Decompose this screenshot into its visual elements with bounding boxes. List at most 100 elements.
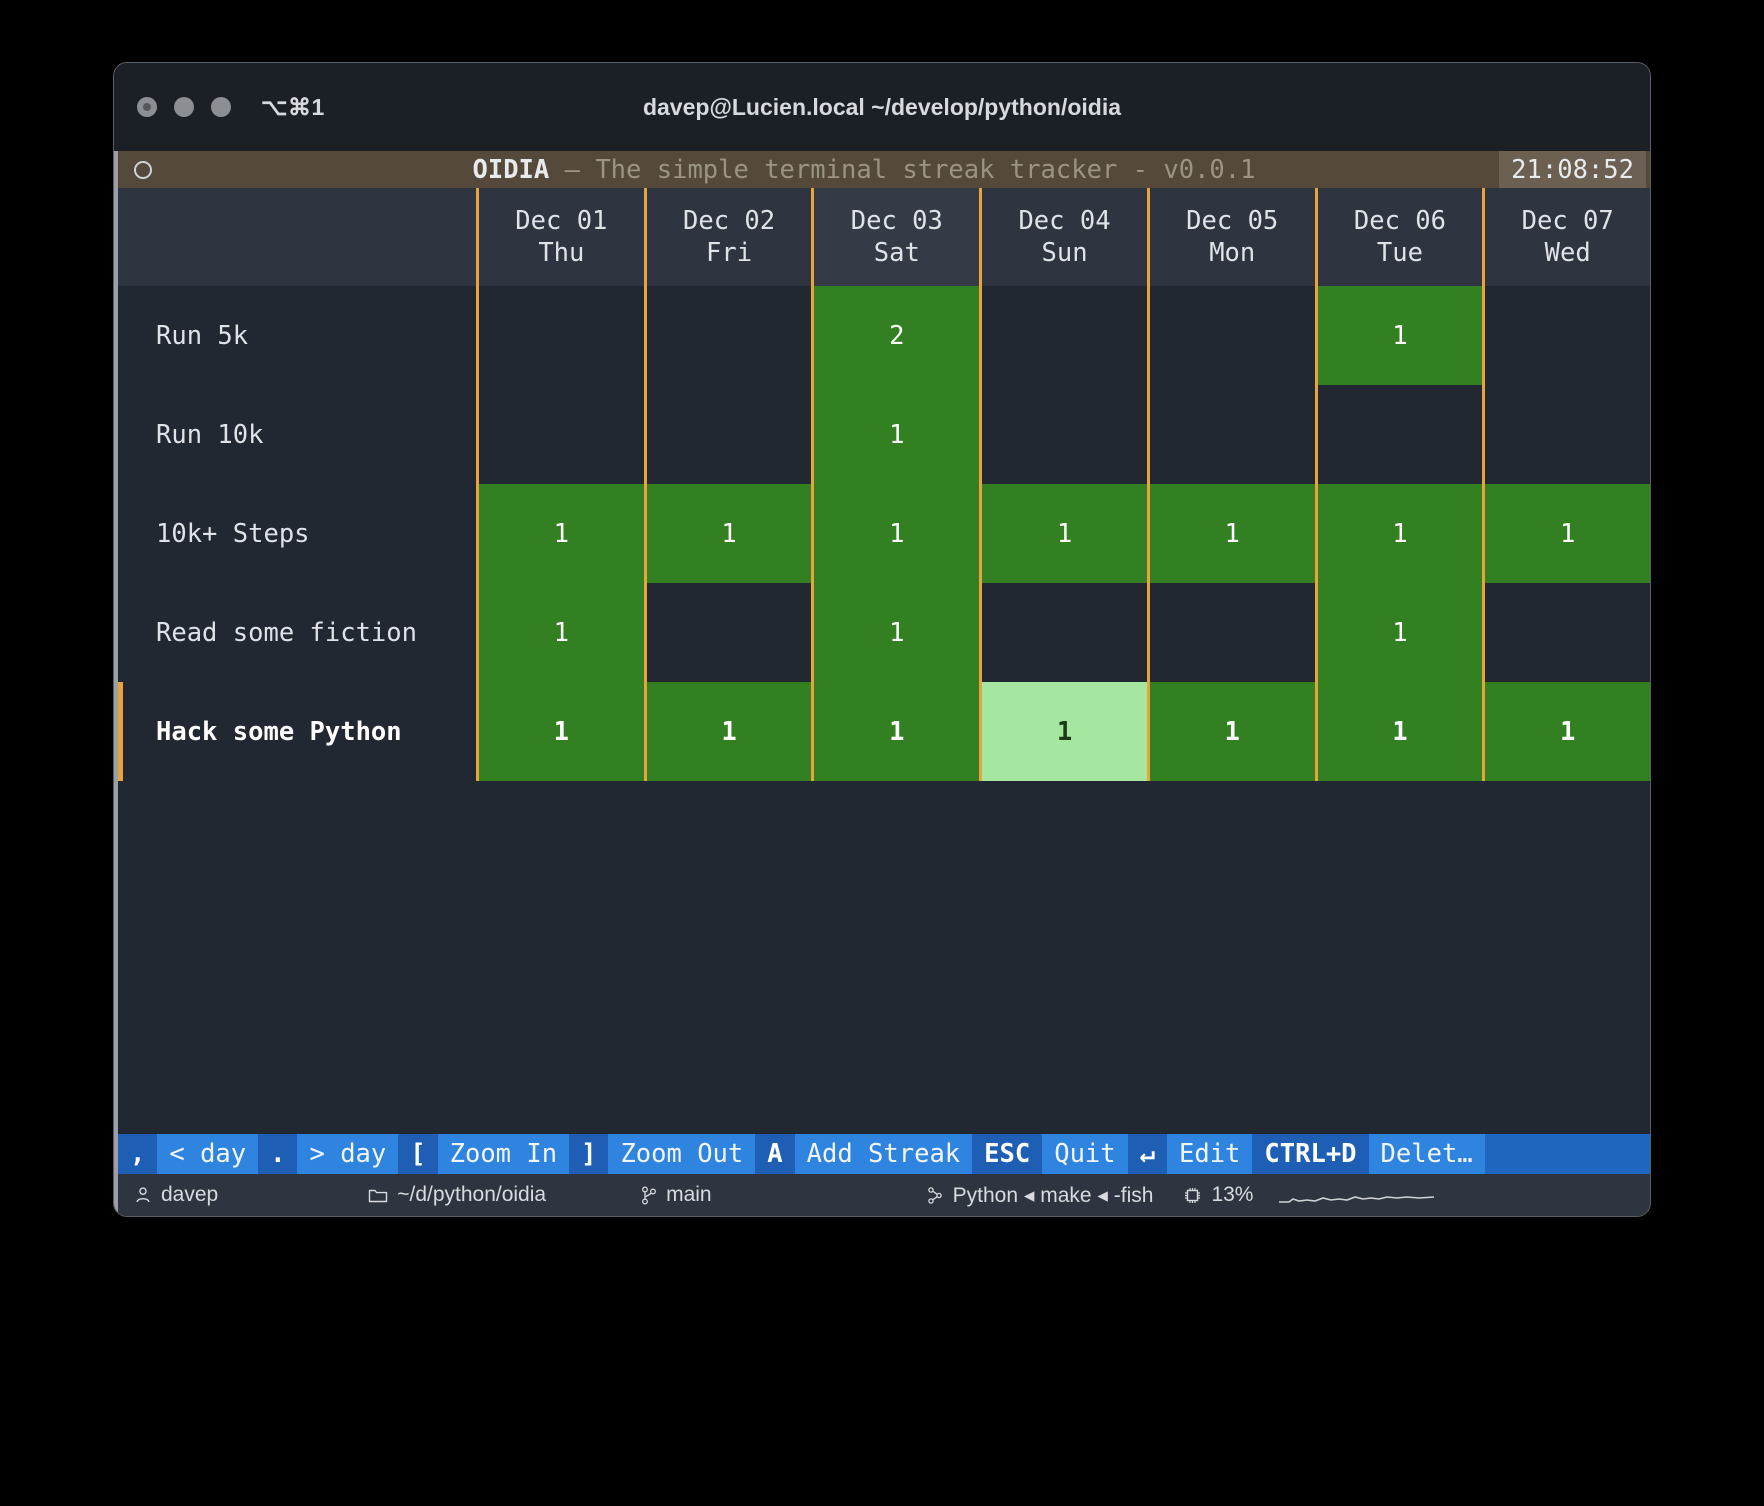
footer-keybar: , < day . > day [ Zoom In ] Zoom Out A A… [118, 1134, 1650, 1174]
key-quit[interactable]: ESC [972, 1134, 1042, 1174]
key-edit-desc[interactable]: Edit [1167, 1134, 1252, 1174]
key-zoom-in-desc[interactable]: Zoom In [438, 1134, 569, 1174]
day-header-weekday: Mon [1209, 238, 1255, 268]
streak-cell[interactable]: 1 [1482, 682, 1650, 781]
streak-cell[interactable]: 1 [811, 484, 979, 583]
streak-cell[interactable] [1482, 385, 1650, 484]
streak-cell[interactable] [644, 385, 812, 484]
status-env-label: Python ◂ make ◂ -fish [953, 1183, 1154, 1208]
day-header-6[interactable]: Dec 07 Wed [1482, 188, 1650, 286]
key-next-day[interactable]: . [258, 1134, 297, 1174]
key-zoom-out[interactable]: ] [569, 1134, 608, 1174]
day-header-1[interactable]: Dec 02 Fri [644, 188, 812, 286]
streak-cell[interactable]: 1 [1315, 583, 1483, 682]
streak-cell[interactable]: 1 [1315, 484, 1483, 583]
streak-cell[interactable]: 1 [979, 484, 1147, 583]
app-clock: 21:08:52 [1499, 151, 1646, 188]
status-user-label: davep [161, 1183, 218, 1207]
streak-cell[interactable]: 1 [811, 583, 979, 682]
day-header-4[interactable]: Dec 05 Mon [1147, 188, 1315, 286]
shell-status-bar: davep ~/d/python/oidia main Python ◂ mak… [118, 1174, 1650, 1216]
status-directory: ~/d/python/oidia [368, 1183, 546, 1207]
app-header: OIDIA — The simple terminal streak track… [118, 151, 1650, 188]
streak-cell[interactable] [979, 286, 1147, 385]
streak-cell[interactable]: 1 [1482, 484, 1650, 583]
streak-cell[interactable]: 1 [1147, 484, 1315, 583]
key-edit[interactable]: ↵ [1128, 1134, 1167, 1174]
streak-row[interactable]: 10k+ Steps 1 1 1 1 1 1 1 [118, 484, 1650, 583]
key-prev-day[interactable]: , [118, 1134, 157, 1174]
streak-cell[interactable] [644, 286, 812, 385]
streak-row[interactable]: Read some fiction 1 1 1 [118, 583, 1650, 682]
day-header-weekday: Fri [706, 238, 752, 268]
streak-cell[interactable]: 1 [476, 682, 644, 781]
streak-title[interactable]: Hack some Python [118, 682, 476, 781]
status-directory-label: ~/d/python/oidia [397, 1183, 546, 1207]
day-header-weekday: Sun [1041, 238, 1087, 268]
streak-cell[interactable]: 1 [644, 682, 812, 781]
folder-icon [368, 1187, 388, 1204]
streak-cell[interactable]: 1 [644, 484, 812, 583]
key-next-day-desc[interactable]: > day [297, 1134, 398, 1174]
day-header-0[interactable]: Dec 01 Thu [476, 188, 644, 286]
streak-title[interactable]: 10k+ Steps [118, 484, 476, 583]
status-user: davep [134, 1183, 218, 1207]
streak-cell[interactable]: 1 [476, 484, 644, 583]
date-header-corner [118, 188, 476, 286]
streak-cell[interactable] [1482, 286, 1650, 385]
streak-cell[interactable]: 2 [811, 286, 979, 385]
day-header-date: Dec 04 [1018, 206, 1110, 236]
streak-row[interactable]: Run 5k 2 1 [118, 286, 1650, 385]
app-tagline: The simple terminal streak tracker - v0.… [595, 155, 1255, 185]
key-zoom-in[interactable]: [ [398, 1134, 437, 1174]
streak-cell[interactable] [476, 286, 644, 385]
streak-cell[interactable] [1147, 286, 1315, 385]
key-zoom-out-desc[interactable]: Zoom Out [608, 1134, 755, 1174]
streak-cell[interactable] [1315, 385, 1483, 484]
streak-cell[interactable]: 1 [811, 682, 979, 781]
streak-cell[interactable] [979, 385, 1147, 484]
day-header-weekday: Thu [538, 238, 584, 268]
streak-cell[interactable] [979, 583, 1147, 682]
date-header-row: Dec 01 Thu Dec 02 Fri Dec 03 Sat Dec 04 … [118, 188, 1650, 286]
streak-cell[interactable]: 1 [811, 385, 979, 484]
day-header-3[interactable]: Dec 04 Sun [979, 188, 1147, 286]
streak-cell[interactable] [476, 385, 644, 484]
window-title: davep@Lucien.local ~/develop/python/oidi… [114, 94, 1650, 121]
key-quit-desc[interactable]: Quit [1042, 1134, 1127, 1174]
status-git-branch-label: main [666, 1183, 712, 1207]
status-sparkline [1279, 1185, 1434, 1205]
day-header-2[interactable]: Dec 03 Sat [811, 188, 979, 286]
status-env: Python ◂ make ◂ -fish [927, 1183, 1154, 1208]
day-header-5[interactable]: Dec 06 Tue [1315, 188, 1483, 286]
key-add-streak[interactable]: A [755, 1134, 794, 1174]
streak-cell[interactable]: 1 [1315, 682, 1483, 781]
streak-cell[interactable]: 1 [476, 583, 644, 682]
day-header-date: Dec 07 [1522, 206, 1614, 236]
streak-cell[interactable]: 1 [1147, 682, 1315, 781]
terminal-content: OIDIA — The simple terminal streak track… [114, 151, 1650, 1216]
key-prev-day-desc[interactable]: < day [157, 1134, 258, 1174]
key-delete-desc[interactable]: Delet… [1369, 1134, 1485, 1174]
streak-grid: Run 5k 2 1 Run 10k 1 10k+ Steps [118, 286, 1650, 1134]
app-separator: — [549, 155, 595, 185]
day-header-weekday: Wed [1545, 238, 1591, 268]
streak-cell[interactable] [1147, 583, 1315, 682]
streak-cell[interactable] [1147, 385, 1315, 484]
day-header-weekday: Tue [1377, 238, 1423, 268]
key-add-streak-desc[interactable]: Add Streak [795, 1134, 973, 1174]
streak-title[interactable]: Run 5k [118, 286, 476, 385]
streak-cell[interactable] [644, 583, 812, 682]
git-branch-icon [641, 1186, 657, 1205]
streak-cell-selected[interactable]: 1 [979, 682, 1147, 781]
key-delete[interactable]: CTRL+D [1252, 1134, 1368, 1174]
streak-row-selected[interactable]: Hack some Python 1 1 1 1 1 1 1 [118, 682, 1650, 781]
app-header-title: OIDIA — The simple terminal streak track… [118, 155, 1650, 185]
streak-row[interactable]: Run 10k 1 [118, 385, 1650, 484]
streak-title[interactable]: Run 10k [118, 385, 476, 484]
streak-cell[interactable] [1482, 583, 1650, 682]
day-header-date: Dec 01 [515, 206, 607, 236]
streak-title[interactable]: Read some fiction [118, 583, 476, 682]
streak-cell[interactable]: 1 [1315, 286, 1483, 385]
terminal-window: ⌥⌘1 davep@Lucien.local ~/develop/python/… [113, 62, 1651, 1217]
